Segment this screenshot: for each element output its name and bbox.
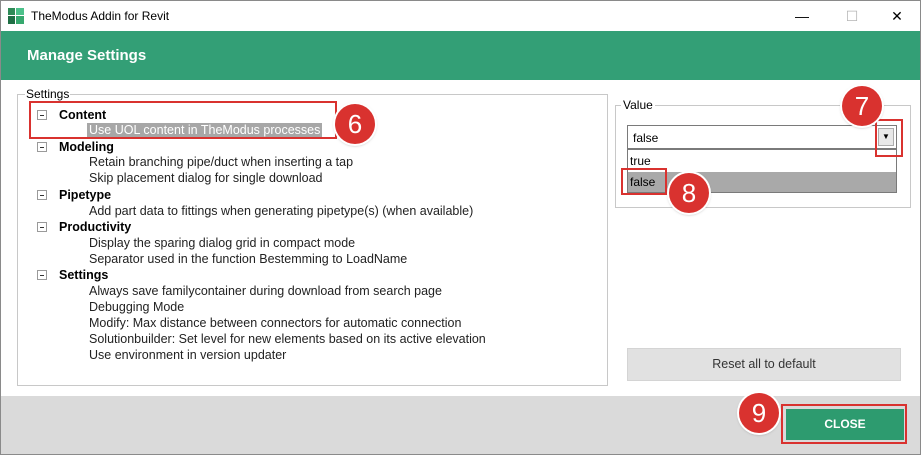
annotation-box-close (781, 404, 907, 444)
tree-category-label: Settings (59, 268, 109, 282)
tree-item[interactable]: Retain branching pipe/duct when insertin… (89, 155, 353, 169)
settings-legend: Settings (25, 87, 71, 101)
minimize-icon[interactable]: — (779, 1, 825, 31)
annotation-callout-6: 6 (335, 104, 375, 144)
annotation-callout-7: 7 (842, 86, 882, 126)
maximize-icon[interactable]: ☐ (829, 1, 875, 31)
value-legend: Value (621, 98, 655, 112)
option-false[interactable]: false (628, 172, 896, 192)
collapse-icon[interactable] (37, 142, 47, 152)
reset-all-button[interactable]: Reset all to default (627, 348, 901, 381)
tree-category-label: Pipetype (59, 188, 112, 202)
collapse-icon[interactable] (37, 190, 47, 200)
annotation-box-false (621, 168, 667, 195)
annotation-callout-8: 8 (669, 173, 709, 213)
value-select[interactable]: false ▼ (627, 125, 897, 149)
value-select-current: false (633, 131, 659, 145)
tree-item[interactable]: Separator used in the function Bestemmin… (89, 252, 407, 266)
tree-item[interactable]: Use environment in version updater (89, 348, 286, 362)
tree-category-label: Modeling (59, 140, 114, 154)
tree-item[interactable]: Add part data to fittings when generatin… (89, 204, 473, 218)
title-bar[interactable]: TheModus Addin for Revit — ☐ ✕ (1, 1, 920, 31)
annotation-box-dropdown (875, 119, 903, 157)
page-title: Manage Settings (27, 47, 147, 64)
tree-item[interactable]: Display the sparing dialog grid in compa… (89, 236, 355, 250)
collapse-icon[interactable] (37, 222, 47, 232)
tree-item[interactable]: Debugging Mode (89, 300, 184, 314)
app-window: TheModus Addin for Revit — ☐ ✕ Manage Se… (0, 0, 921, 455)
tree-category-label: Productivity (59, 220, 132, 234)
annotation-callout-9: 9 (739, 393, 779, 433)
app-logo-icon (8, 8, 24, 24)
header-band: Manage Settings (1, 31, 920, 80)
collapse-icon[interactable] (37, 270, 47, 280)
option-true[interactable]: true (628, 151, 896, 171)
tree-item[interactable]: Always save familycontainer during downl… (89, 284, 442, 298)
close-window-icon[interactable]: ✕ (874, 1, 920, 31)
value-dropdown-list: true false (627, 149, 897, 193)
annotation-box-content (29, 101, 337, 139)
window-title: TheModus Addin for Revit (31, 9, 170, 23)
tree-item[interactable]: Modify: Max distance between connectors … (89, 316, 461, 330)
tree-item[interactable]: Skip placement dialog for single downloa… (89, 171, 322, 185)
tree-item[interactable]: Solutionbuilder: Set level for new eleme… (89, 332, 486, 346)
